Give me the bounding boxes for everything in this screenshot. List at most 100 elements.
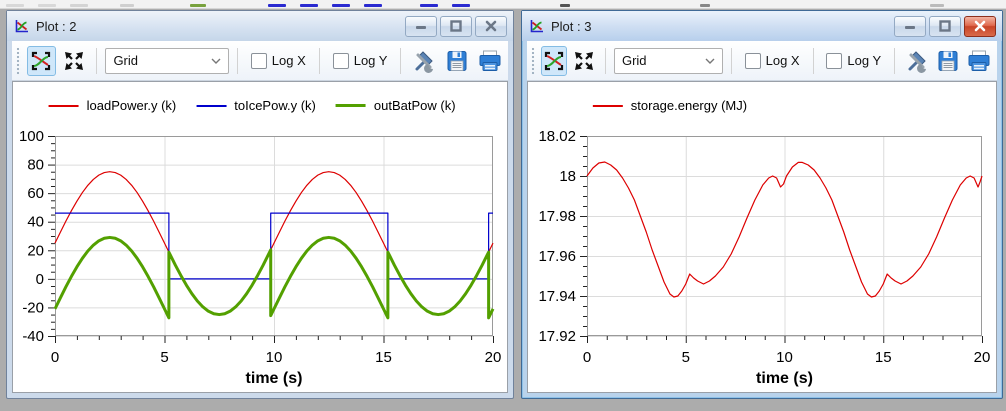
setup-tools-icon — [411, 48, 437, 74]
toolbar-separator — [237, 48, 238, 74]
svg-text:20: 20 — [485, 349, 502, 366]
toolbar-separator — [813, 48, 814, 74]
legend-line-sample — [49, 105, 79, 107]
setup-button[interactable] — [409, 46, 438, 76]
legend-label: outBatPow (k) — [374, 98, 456, 113]
legend-item: loadPower.y (k) — [49, 98, 177, 113]
print-icon — [477, 49, 503, 73]
maximize-button[interactable] — [929, 16, 961, 37]
toolbar-separator — [400, 48, 401, 74]
log-x-checkbox[interactable]: Log X — [745, 53, 800, 69]
plot-legend: storage.energy (MJ) — [593, 98, 747, 113]
toolbar-separator — [96, 48, 97, 74]
toolbar-separator — [605, 48, 606, 74]
maximize-button[interactable] — [440, 16, 472, 37]
chart-svg[interactable]: -40-2002040608010005101520time (s) — [15, 126, 503, 388]
minimize-button[interactable] — [405, 16, 437, 37]
svg-text:60: 60 — [27, 185, 44, 202]
fit-in-view-icon — [572, 49, 596, 73]
toolbar-separator — [319, 48, 320, 74]
chevron-down-icon — [705, 58, 715, 64]
svg-text:-20: -20 — [22, 299, 44, 316]
plot-content: loadPower.y (k) toIcePow.y (k) outBatPow (… — [12, 81, 508, 393]
close-icon — [974, 20, 986, 32]
auto-scale-icon — [542, 49, 566, 73]
toolbar-separator — [731, 48, 732, 74]
y-tick-labels: 17.9217.9417.9617.981818.02 — [538, 128, 576, 345]
plot-window-3: Plot : 3 — [521, 10, 1003, 399]
checkbox-box — [251, 53, 267, 69]
fit-in-view-button[interactable] — [60, 46, 89, 76]
titlebar[interactable]: Plot : 2 — [7, 11, 513, 41]
log-y-label: Log Y — [354, 53, 388, 68]
window-title: Plot : 2 — [36, 19, 76, 34]
svg-text:20: 20 — [27, 242, 44, 259]
log-y-checkbox[interactable]: Log Y — [826, 53, 881, 69]
legend-line-sample — [336, 104, 366, 107]
save-button[interactable] — [935, 46, 961, 76]
grid-dropdown[interactable]: Grid — [105, 48, 228, 74]
auto-scale-button[interactable] — [541, 46, 567, 76]
checkbox-box — [826, 53, 842, 69]
svg-text:100: 100 — [19, 128, 44, 145]
x-axis-title: time (s) — [246, 370, 303, 387]
grid-lines — [587, 136, 982, 337]
maximize-icon — [939, 20, 951, 32]
svg-text:17.94: 17.94 — [538, 288, 576, 305]
plot-toolbar: Grid Log X Log Y — [12, 41, 508, 81]
svg-text:0: 0 — [583, 349, 591, 366]
print-icon — [966, 49, 992, 73]
svg-text:17.98: 17.98 — [538, 208, 576, 225]
window-title: Plot : 3 — [551, 19, 591, 34]
log-y-label: Log Y — [847, 53, 881, 68]
toolbar-drag-handle[interactable] — [531, 47, 535, 75]
print-button[interactable] — [965, 46, 993, 76]
plot-window-icon — [13, 18, 30, 35]
log-x-checkbox[interactable]: Log X — [251, 53, 306, 69]
close-button[interactable] — [475, 16, 507, 37]
plot-content: storage.energy (MJ) 17.9217.9417.9617.98… — [527, 81, 997, 393]
fit-in-view-icon — [62, 49, 86, 73]
x-tick-labels: 05101520 — [51, 349, 502, 366]
plot-canvas[interactable]: loadPower.y (k) toIcePow.y (k) outBatPow (… — [13, 82, 507, 392]
axis-ticks — [580, 137, 983, 344]
svg-text:10: 10 — [266, 349, 283, 366]
svg-text:5: 5 — [682, 349, 690, 366]
legend-line-sample — [196, 105, 226, 107]
chevron-down-icon — [211, 58, 221, 64]
log-y-checkbox[interactable]: Log Y — [333, 53, 388, 69]
log-x-label: Log X — [272, 53, 306, 68]
legend-item: outBatPow (k) — [336, 98, 456, 113]
maximize-icon — [450, 20, 462, 32]
auto-scale-icon — [29, 49, 53, 73]
legend-label: loadPower.y (k) — [87, 98, 177, 113]
close-icon — [485, 20, 497, 32]
close-button[interactable] — [964, 16, 996, 37]
minimize-icon — [415, 20, 427, 32]
chart-svg[interactable]: 17.9217.9417.9617.981818.0205101520time … — [530, 126, 992, 388]
grid-dropdown-value: Grid — [113, 53, 138, 68]
titlebar[interactable]: Plot : 3 — [522, 11, 1002, 41]
setup-button[interactable] — [903, 46, 931, 76]
toolbar-drag-handle[interactable] — [16, 47, 21, 75]
log-x-label: Log X — [766, 53, 800, 68]
save-icon — [936, 49, 960, 73]
checkbox-box — [333, 53, 349, 69]
svg-text:40: 40 — [27, 214, 44, 231]
minimize-button[interactable] — [894, 16, 926, 37]
grid-dropdown[interactable]: Grid — [614, 48, 723, 74]
plot-window-icon — [528, 18, 545, 35]
svg-text:18: 18 — [559, 168, 576, 185]
save-icon — [445, 49, 469, 73]
toolbar-separator — [894, 48, 895, 74]
plot-canvas[interactable]: storage.energy (MJ) 17.9217.9417.9617.98… — [528, 82, 996, 392]
save-button[interactable] — [442, 46, 471, 76]
print-button[interactable] — [475, 46, 504, 76]
fit-in-view-button[interactable] — [571, 46, 597, 76]
legend-label: toIcePow.y (k) — [234, 98, 316, 113]
svg-text:0: 0 — [51, 349, 59, 366]
x-axis-title: time (s) — [756, 370, 813, 387]
svg-text:15: 15 — [375, 349, 392, 366]
auto-scale-button[interactable] — [27, 46, 56, 76]
checkbox-box — [745, 53, 761, 69]
